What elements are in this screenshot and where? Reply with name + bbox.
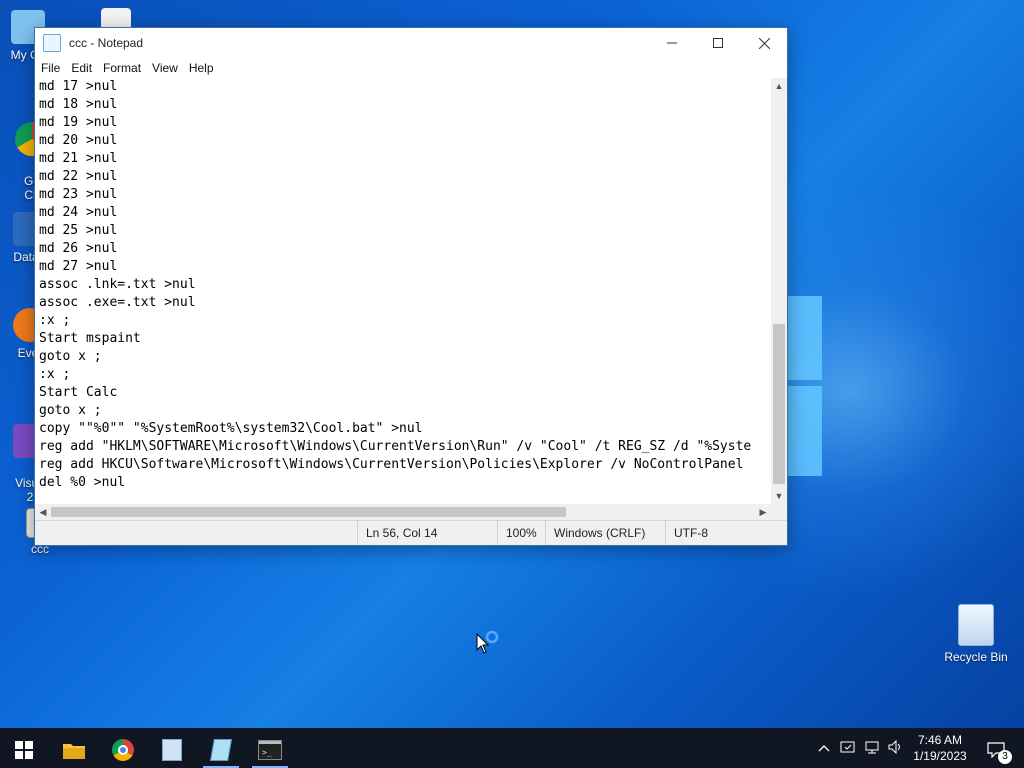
- folder-icon: [63, 744, 85, 759]
- notification-count-badge: 3: [998, 750, 1012, 764]
- windows-logo-wallpaper: [786, 290, 826, 480]
- menu-help[interactable]: Help: [185, 61, 221, 75]
- taskbar-command-prompt[interactable]: >_: [246, 732, 294, 768]
- editor-line: md 19 >nul: [39, 115, 118, 130]
- chrome-icon: [112, 739, 134, 761]
- system-tray: [812, 728, 908, 768]
- editor-line: reg add "HKLM\SOFTWARE\Microsoft\Windows…: [39, 439, 752, 454]
- editor-line: md 17 >nul: [39, 79, 118, 94]
- notepad-window: ccc - Notepad File Edit Format View Help…: [34, 27, 788, 546]
- volume-icon[interactable]: [888, 739, 904, 757]
- editor-line: md 22 >nul: [39, 169, 118, 184]
- editor-line: md 20 >nul: [39, 133, 118, 148]
- busy-cursor-icon: [476, 630, 502, 661]
- editor-line: md 24 >nul: [39, 205, 118, 220]
- horizontal-scroll-thumb[interactable]: [51, 507, 566, 517]
- scroll-left-icon[interactable]: ◀: [35, 504, 51, 520]
- editor-line: goto x ;: [39, 349, 102, 364]
- close-icon: [758, 37, 770, 49]
- menu-edit[interactable]: Edit: [67, 61, 99, 75]
- window-title: ccc - Notepad: [69, 36, 144, 50]
- security-icon[interactable]: [840, 740, 856, 757]
- command-prompt-icon: >_: [258, 740, 282, 760]
- clock-date: 1/19/2023: [913, 749, 967, 763]
- maximize-button[interactable]: [695, 28, 741, 58]
- editor-line: assoc .lnk=.txt >nul: [39, 277, 196, 292]
- network-icon[interactable]: [864, 740, 880, 757]
- minimize-button[interactable]: [649, 28, 695, 58]
- maximize-icon: [713, 38, 723, 48]
- editor-line: md 26 >nul: [39, 241, 118, 256]
- horizontal-scrollbar[interactable]: ◀ ▶: [35, 504, 771, 520]
- taskbar-app[interactable]: [148, 732, 196, 768]
- menu-format[interactable]: Format: [99, 61, 148, 75]
- scroll-right-icon[interactable]: ▶: [755, 504, 771, 520]
- editor-line: del %0 >nul: [39, 475, 126, 490]
- editor-line: md 27 >nul: [39, 259, 118, 274]
- notepad-icon: [43, 34, 61, 52]
- scroll-up-icon[interactable]: ▲: [771, 78, 787, 94]
- app-icon: [162, 739, 182, 761]
- status-position: Ln 56, Col 14: [357, 521, 498, 545]
- scrollbar-corner: [771, 504, 787, 520]
- text-editor[interactable]: md 17 >nul md 18 >nul md 19 >nul md 20 >…: [35, 78, 771, 530]
- editor-line: md 25 >nul: [39, 223, 118, 238]
- editor-line: :x ;: [39, 367, 71, 382]
- action-center-button[interactable]: 3: [976, 732, 1016, 768]
- taskbar: >_ 7:46 AM 1/19/2023 3: [0, 728, 1024, 768]
- clock[interactable]: 7:46 AM 1/19/2023: [908, 732, 972, 764]
- status-bar: Ln 56, Col 14 100% Windows (CRLF) UTF-8: [35, 520, 787, 545]
- taskbar-notepad[interactable]: [197, 732, 245, 768]
- windows-start-icon: [15, 741, 33, 759]
- scroll-down-icon[interactable]: ▼: [771, 488, 787, 504]
- menu-view[interactable]: View: [148, 61, 185, 75]
- editor-line: md 18 >nul: [39, 97, 118, 112]
- editor-line: copy ""%0"" "%SystemRoot%\system32\Cool.…: [39, 421, 423, 436]
- status-encoding: UTF-8: [665, 521, 784, 545]
- vertical-scroll-thumb[interactable]: [773, 324, 785, 484]
- editor-line: md 23 >nul: [39, 187, 118, 202]
- start-button[interactable]: [0, 732, 48, 768]
- title-bar[interactable]: ccc - Notepad: [35, 28, 787, 58]
- editor-line: reg add HKCU\Software\Microsoft\Windows\…: [39, 457, 744, 472]
- taskbar-file-explorer[interactable]: [50, 732, 98, 768]
- editor-line: Start mspaint: [39, 331, 141, 346]
- editor-line: md 21 >nul: [39, 151, 118, 166]
- recycle-bin-icon: [958, 604, 994, 646]
- editor-line: goto x ;: [39, 403, 102, 418]
- chevron-up-icon[interactable]: [818, 741, 830, 755]
- taskbar-chrome[interactable]: [99, 732, 147, 768]
- close-button[interactable]: [741, 28, 787, 58]
- editor-line: :x ;: [39, 313, 71, 328]
- menu-file[interactable]: File: [37, 61, 67, 75]
- menu-bar: File Edit Format View Help: [35, 58, 787, 78]
- editor-line: Start Calc: [39, 385, 118, 400]
- vertical-scrollbar[interactable]: ▲ ▼: [771, 78, 787, 504]
- editor-line: assoc .exe=.txt >nul: [39, 295, 196, 310]
- desktop-icon-recycle-bin[interactable]: Recycle Bin: [940, 604, 1012, 664]
- status-zoom: 100%: [497, 521, 548, 545]
- notepad-icon: [210, 739, 232, 761]
- minimize-icon: [667, 42, 677, 44]
- status-line-ending: Windows (CRLF): [545, 521, 664, 545]
- clock-time: 7:46 AM: [917, 733, 963, 747]
